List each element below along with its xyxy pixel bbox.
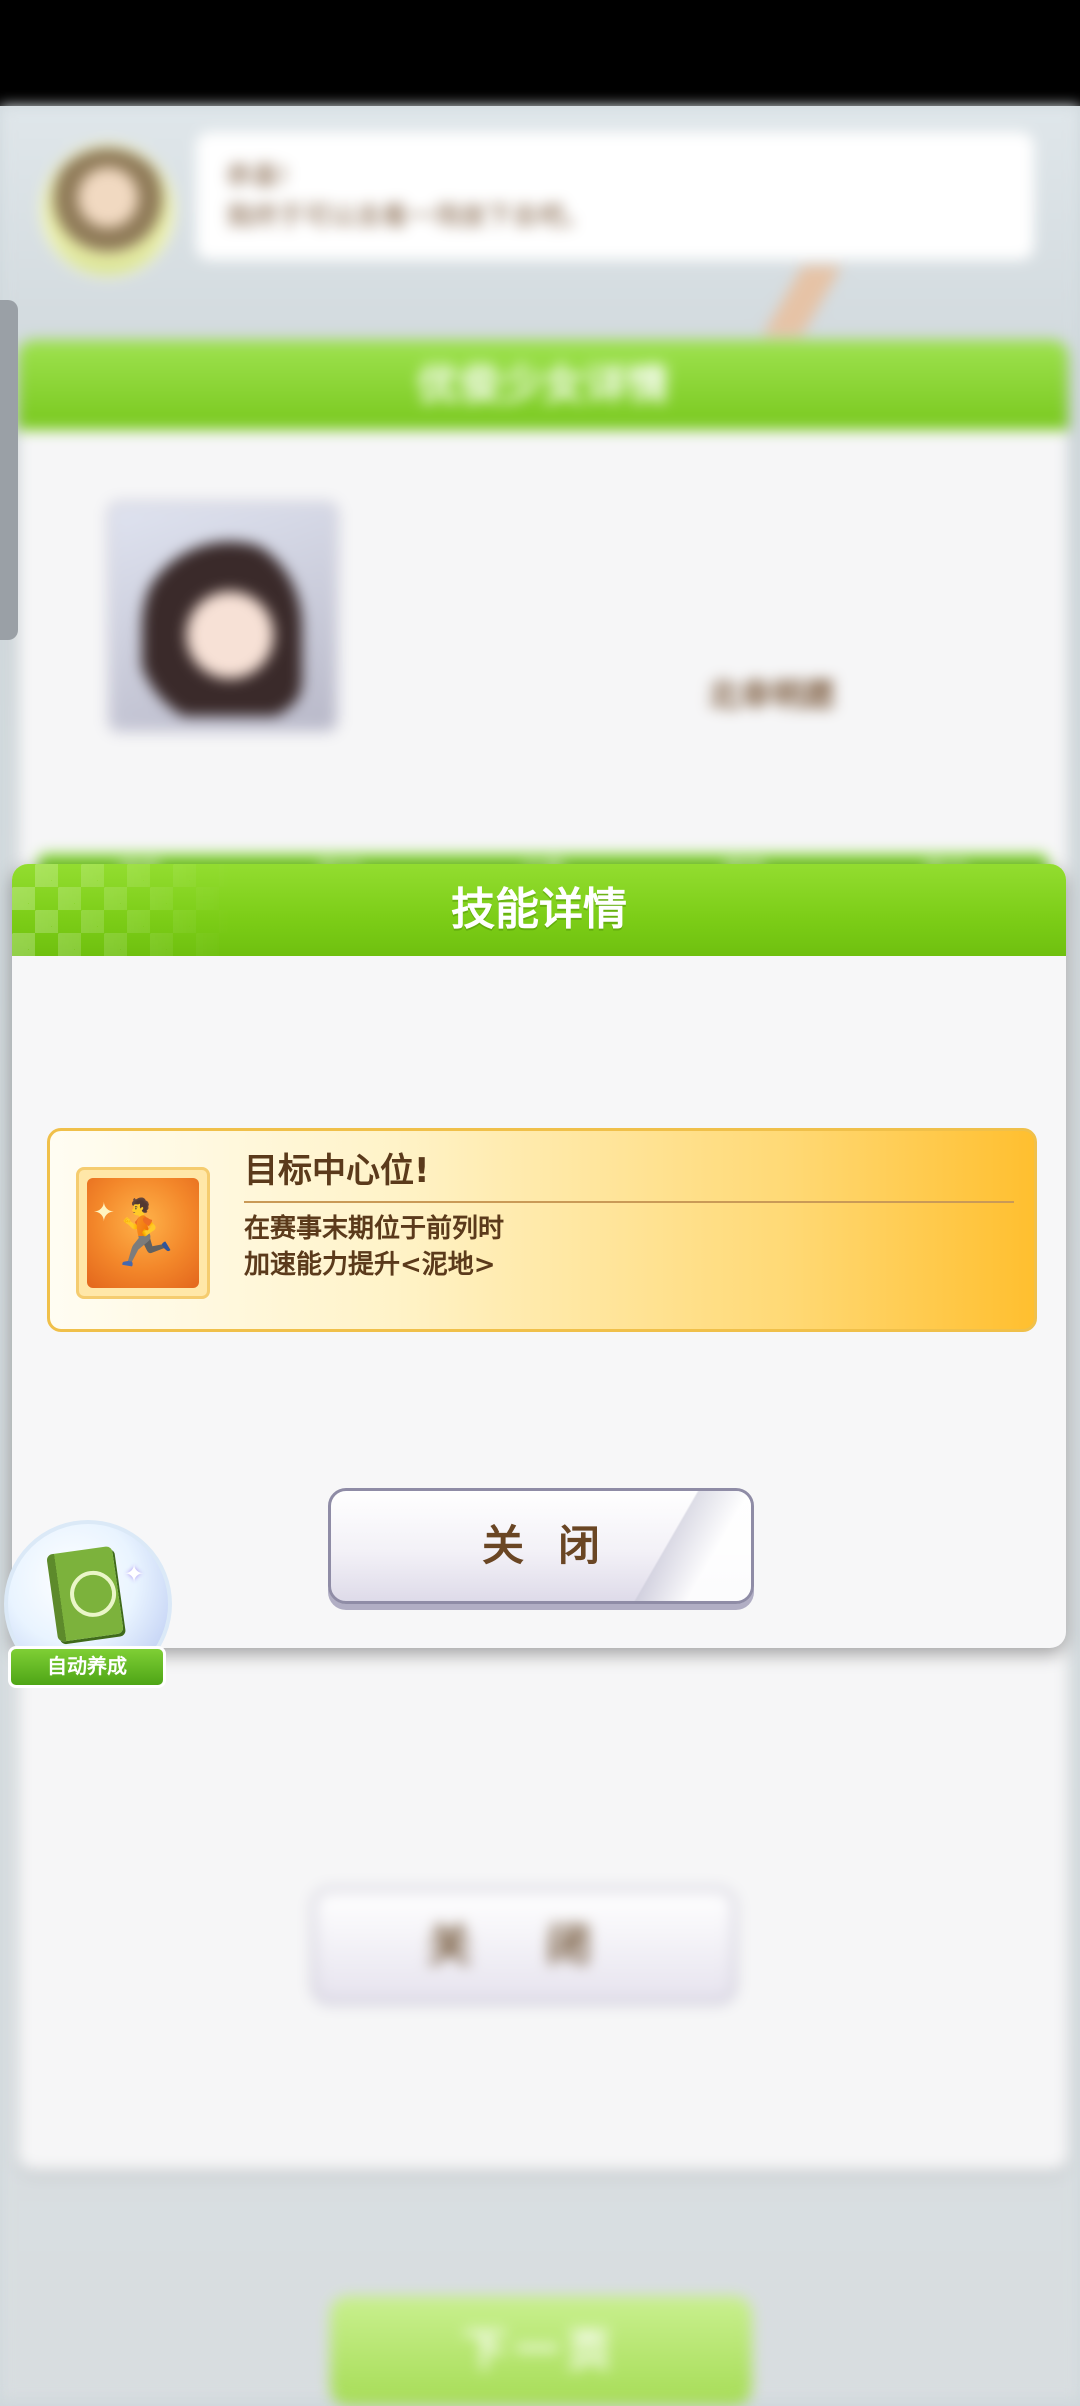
status-bar — [0, 0, 1080, 106]
skill-description: 在赛事末期位于前列时 加速能力提升<泥地> — [244, 1211, 504, 1283]
running-figure-icon: ✦ 🏃 — [87, 1178, 199, 1288]
running-figure-glyph: 🏃 — [103, 1196, 183, 1271]
skill-icon-frame: ✦ 🏃 — [76, 1167, 210, 1299]
auto-train-label: 自动养成 — [8, 1646, 166, 1688]
skill-card: ✦ 🏃 目标中心位! 在赛事末期位于前列时 加速能力提升<泥地> — [47, 1128, 1037, 1332]
auto-train-button[interactable]: ✦ 自动养成 — [4, 1520, 172, 1692]
speech-bubble: 恭喜! 我终于可以去看一场放下去吧。 — [196, 132, 1034, 260]
trainer-avatar — [40, 142, 176, 278]
background-close-button: 关 闭 — [312, 1888, 736, 2004]
close-button-label: 关闭 — [481, 1521, 634, 1570]
skill-description-line-1: 在赛事末期位于前列时 — [244, 1214, 505, 1244]
book-icon — [46, 1545, 124, 1643]
sparkle-icon: ✦ — [93, 1198, 115, 1228]
skill-description-line-2: 加速能力提升<泥地> — [244, 1250, 496, 1280]
skill-detail-dialog: 技能详情 ✦ 🏃 目标中心位! 在赛事末期位于前列时 加速能力提升<泥地> 关闭 — [12, 864, 1066, 1648]
speech-line-1: 恭喜! — [226, 162, 289, 192]
character-name: 北幸明愿 — [708, 676, 837, 714]
dialog-header: 技能详情 — [12, 864, 1066, 956]
dialog-title: 技能详情 — [451, 884, 627, 935]
background-next-button: 下一页 — [330, 2296, 752, 2406]
character-portrait — [106, 500, 340, 734]
sparkle-icon: ✦ — [124, 1560, 145, 1588]
flag-decoration — [750, 266, 840, 336]
skill-divider — [244, 1201, 1014, 1203]
uma-details-title: 优俊少女详情 — [18, 340, 1068, 430]
close-button[interactable]: 关闭 — [328, 1488, 754, 1604]
speech-line-2: 我终于可以去看一场放下去吧。 — [226, 202, 591, 232]
edge-panel-handle[interactable] — [0, 300, 18, 640]
skill-name: 目标中心位! — [244, 1151, 430, 1191]
